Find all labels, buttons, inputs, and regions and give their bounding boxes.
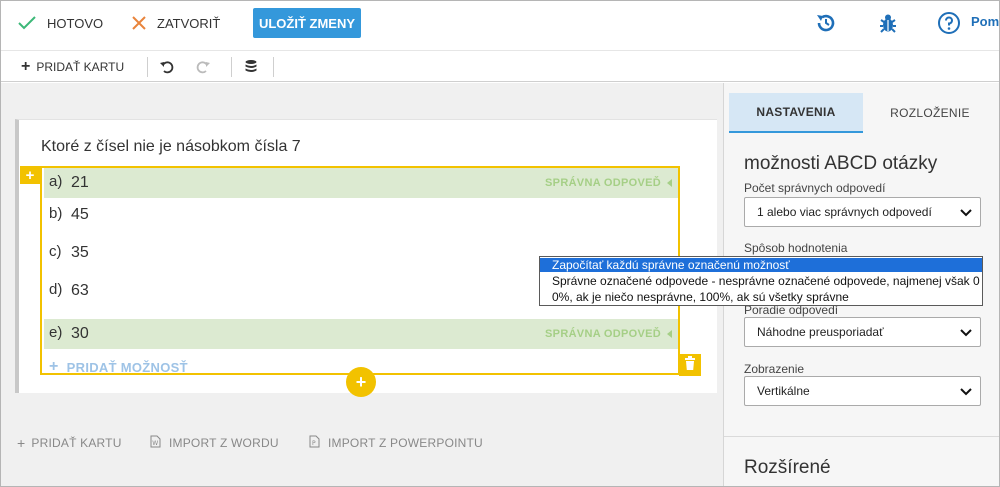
option-row[interactable]: b) 45 (44, 200, 678, 230)
option-value[interactable]: 35 (71, 238, 89, 268)
add-card-bottom-button[interactable]: + PRIDAŤ KARTU (17, 435, 122, 451)
import-powerpoint-button[interactable]: P IMPORT Z POWERPOINTU (309, 435, 483, 451)
grading-label: Spôsob hodnotenia (744, 241, 848, 255)
panel-divider (724, 436, 999, 437)
question-text[interactable]: Ktoré z čísel nie je násobkom čísla 7 (41, 138, 301, 156)
option-letter: d) (49, 281, 63, 298)
powerpoint-file-icon: P (309, 435, 328, 451)
database-icon[interactable] (243, 59, 259, 75)
help-icon[interactable] (937, 11, 961, 35)
close-label: ZATVORIŤ (157, 15, 221, 31)
display-select[interactable]: Vertikálne (744, 376, 981, 406)
help-label[interactable]: Pom (971, 14, 999, 29)
close-button[interactable]: ZATVORIŤ (131, 8, 220, 38)
add-option-label: PRIDAŤ MOŽNOSŤ (66, 359, 188, 375)
undo-icon[interactable] (159, 59, 175, 75)
option-letter: c) (49, 243, 62, 260)
plus-icon: + (17, 435, 26, 451)
order-value: Náhodne preusporiadať (757, 325, 884, 339)
toolbar-divider (231, 57, 232, 77)
plus-icon: + (21, 58, 31, 75)
done-button[interactable]: HOTOVO (17, 8, 103, 38)
history-icon[interactable] (814, 11, 838, 35)
plus-icon: + (49, 358, 59, 375)
done-label: HOTOVO (47, 15, 104, 31)
option-value[interactable]: 30 (71, 319, 89, 349)
bug-icon[interactable] (876, 11, 900, 35)
add-element-icon[interactable]: + (20, 166, 40, 184)
dropdown-option[interactable]: Započítať každú správne označenú možnosť (540, 258, 982, 272)
option-value[interactable]: 63 (71, 276, 89, 306)
import-powerpoint-label: IMPORT Z POWERPOINTU (328, 436, 483, 450)
app-window: HOTOVO ZATVORIŤ ULOŽIŤ ZMENY Pom + PRIDA… (0, 0, 1000, 487)
add-option-button[interactable]: + PRIDAŤ MOŽNOSŤ (49, 358, 188, 376)
dropdown-option[interactable]: 0%, ak je niečo nesprávne, 100%, ak sú v… (540, 290, 982, 304)
correct-count-value: 1 alebo viac správnych odpovedí (757, 205, 932, 219)
chevron-down-icon (960, 327, 972, 341)
workspace-footer: + PRIDAŤ KARTU W IMPORT Z WORDU P IMPORT… (1, 431, 723, 453)
correct-answer-badge[interactable]: SPRÁVNA ODPOVEĎ (545, 328, 672, 340)
option-letter: a) (49, 173, 63, 190)
order-select[interactable]: Náhodne preusporiadať (744, 317, 981, 347)
toolbar-divider (273, 57, 274, 77)
tab-layout[interactable]: ROZLOŽENIE (863, 93, 997, 133)
check-icon (17, 15, 37, 31)
panel-title: možnosti ABCD otázky (744, 153, 938, 174)
tab-settings[interactable]: NASTAVENIA (729, 93, 863, 133)
option-value[interactable]: 45 (71, 200, 89, 230)
option-value[interactable]: 21 (71, 168, 89, 198)
top-bar: HOTOVO ZATVORIŤ ULOŽIŤ ZMENY Pom (1, 1, 999, 45)
option-letter: b) (49, 205, 63, 222)
save-changes-button[interactable]: ULOŽIŤ ZMENY (253, 8, 361, 38)
display-label: Zobrazenie (744, 362, 805, 376)
correct-answer-badge[interactable]: SPRÁVNA ODPOVEĎ (545, 177, 672, 189)
import-word-button[interactable]: W IMPORT Z WORDU (150, 435, 279, 451)
chevron-down-icon (960, 207, 972, 221)
add-card-label: PRIDAŤ KARTU (36, 60, 125, 74)
trash-icon (684, 355, 696, 375)
add-card-button[interactable]: + PRIDAŤ KARTU (21, 58, 125, 75)
option-row[interactable]: e) 30 SPRÁVNA ODPOVEĎ (44, 319, 678, 349)
svg-text:W: W (152, 440, 158, 447)
svg-text:P: P (312, 440, 316, 447)
toolbar-divider (147, 57, 148, 77)
display-value: Vertikálne (757, 384, 810, 398)
word-file-icon: W (150, 435, 169, 451)
option-letter: e) (49, 324, 63, 341)
editor-toolbar: + PRIDAŤ KARTU (1, 50, 999, 82)
chevron-down-icon (960, 386, 972, 400)
delete-button[interactable] (679, 354, 701, 376)
advanced-section-title[interactable]: Rozšírené (744, 457, 831, 479)
add-card-bottom-label: PRIDAŤ KARTU (31, 436, 122, 450)
close-icon (131, 15, 147, 31)
correct-count-label: Počet správnych odpovedí (744, 181, 886, 195)
correct-count-select[interactable]: 1 alebo viac správnych odpovedí (744, 197, 981, 227)
grading-dropdown-list: Započítať každú správne označenú možnosť… (539, 256, 983, 306)
redo-icon[interactable] (195, 59, 211, 75)
dropdown-option[interactable]: Správne označené odpovede - nesprávne oz… (540, 274, 982, 288)
option-row[interactable]: a) 21 SPRÁVNA ODPOVEĎ (44, 168, 678, 198)
add-card-below-button[interactable]: + (346, 367, 376, 397)
import-word-label: IMPORT Z WORDU (169, 436, 279, 450)
